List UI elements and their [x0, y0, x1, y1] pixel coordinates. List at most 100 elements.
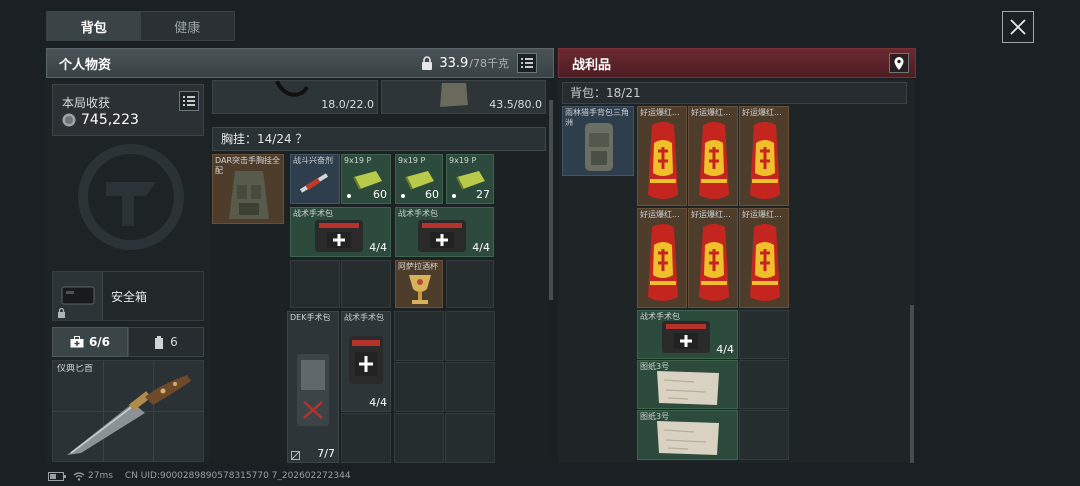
loot-item-name: 好运爆红...	[640, 210, 680, 219]
rig-item-medkit-1-count: 4/4	[369, 241, 387, 254]
list-view-button[interactable]	[517, 53, 537, 73]
weight-max: /78千克	[469, 57, 509, 70]
tab-backpack[interactable]: 背包	[47, 12, 141, 40]
loot-empty-slot[interactable]	[739, 360, 789, 409]
loot-item-medkit[interactable]: 战术手术包 4/4	[637, 310, 738, 359]
ammo-dot	[347, 194, 351, 198]
backpack-slot-2-weight: 43.5/80.0	[489, 98, 542, 111]
status-bar: 27ms CN UID:9000289890578315770 7_202602…	[48, 471, 351, 481]
loot-item-lucky-gift[interactable]: 好运爆红...	[637, 208, 687, 308]
chest-rig-icon	[229, 171, 269, 219]
bag-empty-slot[interactable]	[445, 362, 495, 412]
rig-item-ammo-1-count: 60	[373, 188, 387, 201]
backpack-slot-2[interactable]: 43.5/80.0	[381, 80, 546, 114]
loot-empty-slot[interactable]	[739, 310, 789, 359]
safe-box-label: 安全箱	[111, 290, 148, 304]
surgery-kit-icon	[315, 220, 363, 252]
safe-box-slot[interactable]: 安全箱	[52, 271, 204, 321]
melee-weapon-slot[interactable]: 仪典匕首	[52, 360, 204, 462]
red-packet-icon	[750, 122, 780, 199]
loot-item-lucky-gift[interactable]: 好运爆红...	[739, 106, 789, 206]
loot-item-blueprint[interactable]: 图纸3号	[637, 360, 738, 409]
close-button[interactable]	[1002, 11, 1034, 43]
safe-lock-icon	[58, 308, 65, 318]
red-packet-icon	[699, 122, 729, 199]
rig-empty-slot[interactable]	[290, 260, 340, 308]
loot-item-blueprint[interactable]: 图纸3号	[637, 410, 738, 460]
loot-item-lucky-gift[interactable]: 好运爆红...	[739, 208, 789, 308]
rig-item-goblet-name: 阿萨拉酒杯	[398, 262, 438, 271]
ammo-pouch-count: 6	[170, 335, 178, 349]
no-repair-icon	[291, 451, 300, 460]
rig-item-goblet[interactable]: 阿萨拉酒杯	[395, 260, 443, 308]
surgery-kit-icon	[349, 336, 383, 384]
tab-health[interactable]: 健康	[141, 12, 235, 40]
loot-empty-slot[interactable]	[739, 410, 789, 460]
battery-icon	[48, 471, 66, 481]
red-packet-icon	[648, 224, 678, 301]
rig-empty-slot[interactable]	[341, 260, 391, 308]
ammo-dot	[452, 194, 456, 198]
list-icon	[521, 58, 533, 68]
tab-ammo-pouch[interactable]: 6	[128, 327, 204, 357]
location-pin-icon	[894, 56, 904, 70]
bag-empty-slot[interactable]	[394, 413, 444, 463]
rig-item-medkit-2-count: 4/4	[472, 241, 490, 254]
bag-empty-slot[interactable]	[341, 413, 391, 463]
tab-secure-container[interactable]: 6/6	[52, 327, 128, 357]
rig-item-ammo-2-count: 60	[425, 188, 439, 201]
loot-item-name: 好运爆红...	[742, 210, 782, 219]
blueprint-paper-icon	[657, 371, 719, 405]
backpack-icon	[585, 123, 613, 171]
backpack-strap-icon	[275, 81, 309, 97]
bag-item-dek-kit[interactable]: DEK手术包 7/7	[287, 311, 339, 463]
rig-item-stimulant[interactable]: 战斗兴奋剂	[290, 154, 340, 204]
weight-readout: 33.9 /78千克	[420, 55, 509, 71]
loot-backpack-item[interactable]: 雨林猎手背包三角洲	[562, 106, 634, 176]
top-tabs: 背包 健康	[46, 11, 235, 41]
rig-item-ammo-2[interactable]: 9x19 P 60	[395, 154, 443, 204]
loot-location-button[interactable]	[889, 53, 909, 73]
bag-empty-slot[interactable]	[445, 413, 495, 463]
chest-rig-capacity: 胸挂：14/24 ？	[212, 127, 546, 151]
weight-value: 33.9	[439, 55, 469, 71]
backpack-slot-1[interactable]: 18.0/22.0	[212, 80, 378, 114]
loot-item-lucky-gift[interactable]: 好运爆红...	[637, 106, 687, 206]
bag-empty-slot[interactable]	[394, 362, 444, 412]
bag-item-medkit-count: 4/4	[369, 396, 387, 409]
user-uid: CN UID:9000289890578315770 7_20260227234…	[124, 471, 351, 481]
vest-icon	[440, 83, 468, 107]
safe-box-image	[53, 272, 103, 320]
income-list-button[interactable]	[179, 91, 199, 111]
goblet-icon	[409, 275, 431, 304]
loot-header: 战利品	[558, 48, 916, 78]
rig-empty-slot[interactable]	[446, 260, 494, 308]
bag-item-dek-kit-name: DEK手术包	[290, 313, 331, 322]
list-icon	[183, 96, 195, 106]
loot-scrollbar[interactable]	[910, 305, 914, 463]
loot-item-name: 好运爆红...	[691, 108, 731, 117]
bag-empty-slot[interactable]	[394, 311, 444, 361]
rig-item-ammo-3[interactable]: 9x19 P 27	[446, 154, 494, 204]
red-packet-icon	[699, 224, 729, 301]
bag-item-medkit[interactable]: 战术手术包 4/4	[341, 311, 391, 412]
personal-supplies-title: 个人物资	[59, 57, 112, 73]
rig-item-medkit-1[interactable]: 战术手术包 4/4	[290, 207, 391, 257]
canister-icon	[155, 335, 164, 349]
ceremonial-dagger-icon	[67, 375, 191, 455]
bag-empty-slot[interactable]	[445, 311, 495, 361]
dek-surgery-kit-icon	[297, 354, 329, 426]
lock-icon	[422, 55, 433, 70]
rig-item-medkit-2[interactable]: 战术手术包 4/4	[395, 207, 494, 257]
wifi-icon	[73, 471, 85, 481]
rig-item-ammo-1[interactable]: 9x19 P 60	[341, 154, 391, 204]
blueprint-paper-icon	[657, 421, 719, 455]
inventory-scrollbar[interactable]	[549, 100, 553, 300]
loot-item-lucky-gift[interactable]: 好运爆红...	[688, 208, 738, 308]
chest-rig-item[interactable]: DAR突击手胸挂全配	[212, 154, 284, 224]
loot-item-name: 好运爆红...	[691, 210, 731, 219]
bag-item-medkit-name: 战术手术包	[344, 313, 384, 322]
loot-item-lucky-gift[interactable]: 好运爆红...	[688, 106, 738, 206]
personal-supplies-header: 个人物资 33.9 /78千克	[46, 48, 554, 78]
surgery-kit-icon	[418, 220, 466, 252]
